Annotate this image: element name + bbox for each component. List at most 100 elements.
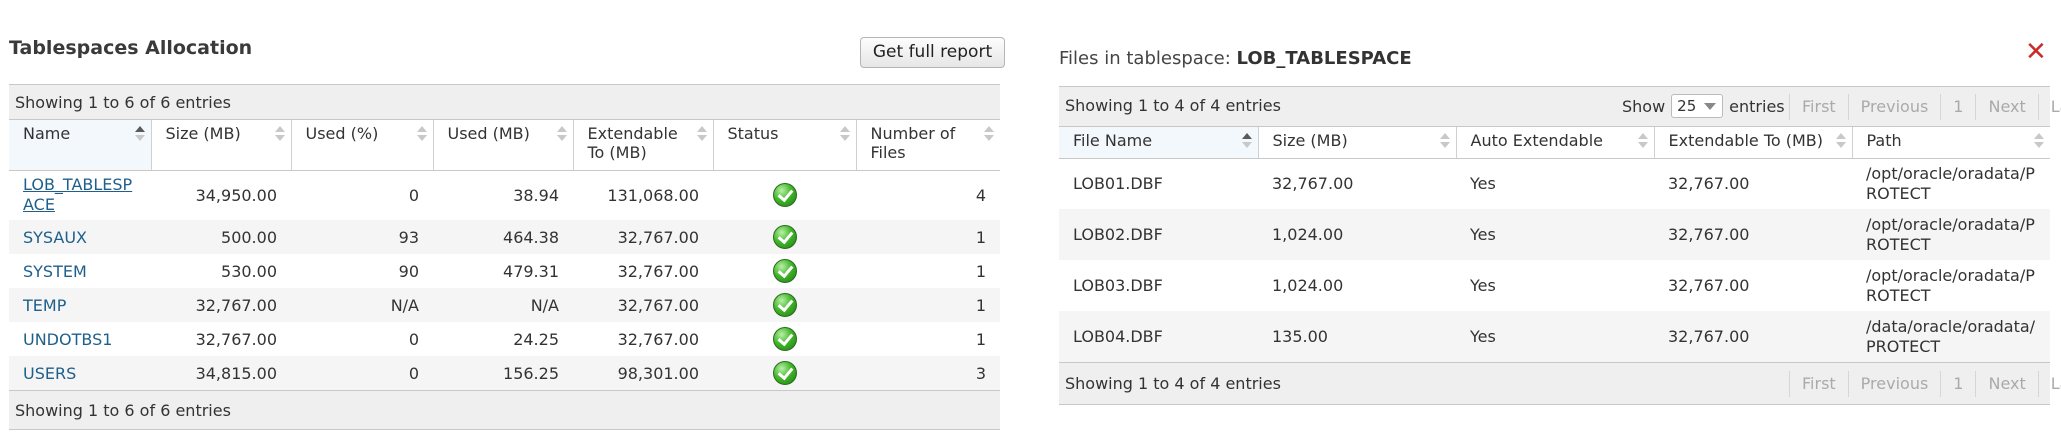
col-header-status[interactable]: Status (713, 120, 857, 171)
status-cell (713, 322, 856, 356)
files-cell: 1 (856, 220, 1000, 254)
pager-previous[interactable]: Previous (1847, 94, 1941, 120)
col-label: File Name (1073, 131, 1153, 150)
file-name-cell: LOB04.DBF (1059, 311, 1258, 362)
extendable-cell: 131,068.00 (573, 170, 713, 220)
page-length-select[interactable]: 25 (1671, 94, 1724, 118)
tablespace-link[interactable]: SYSTEM (23, 262, 87, 281)
col-header-used-mb[interactable]: Used (MB) (433, 120, 574, 171)
col-label: Path (1866, 131, 1902, 150)
used-pct-cell: 0 (291, 356, 433, 390)
path-cell: /opt/oracle/oradata/PROTECT (1852, 209, 2050, 260)
status-ok-icon (772, 259, 797, 283)
tablespace-link[interactable]: LOB_TABLESPACE (23, 175, 132, 214)
files-cell: 1 (856, 254, 1000, 288)
table-header-row: Name Size (MB) Used (%) Used (MB) Extend… (9, 120, 1000, 171)
used-mb-cell: 38.94 (433, 170, 573, 220)
col-label: Name (23, 124, 71, 143)
status-ok-icon (772, 225, 797, 249)
col-header-files[interactable]: Number of Files (856, 120, 1000, 171)
files-cell: 1 (856, 322, 1000, 356)
pager-last[interactable]: Last (2037, 94, 2061, 120)
table-row: LOB_TABLESPACE 34,950.00 0 38.94 131,068… (9, 170, 1000, 220)
col-header-used-pct[interactable]: Used (%) (291, 120, 434, 171)
table-row: LOB01.DBF 32,767.00 Yes 32,767.00 /opt/o… (1059, 158, 2050, 209)
file-name-cell: LOB02.DBF (1059, 209, 1258, 260)
file-name-cell: LOB01.DBF (1059, 158, 1258, 209)
entries-info: Showing 1 to 4 of 4 entries (1065, 96, 1281, 115)
tablespace-link[interactable]: TEMP (23, 296, 66, 315)
col-label: Status (727, 124, 779, 143)
entries-info: Showing 1 to 6 of 6 entries (15, 401, 231, 420)
status-cell (713, 170, 856, 220)
extendable-cell: 32,767.00 (573, 322, 713, 356)
table-row: LOB04.DBF 135.00 Yes 32,767.00 /data/ora… (1059, 311, 2050, 362)
extendable-cell: 32,767.00 (1654, 311, 1852, 362)
show-label: Show (1622, 96, 1666, 116)
size-cell: 32,767.00 (1258, 158, 1456, 209)
file-name-cell: LOB03.DBF (1059, 260, 1258, 311)
path-cell: /opt/oracle/oradata/PROTECT (1852, 158, 2050, 209)
pager-page-1[interactable]: 1 (1940, 371, 1975, 397)
sort-icon[interactable] (839, 125, 850, 143)
sort-icon[interactable] (1241, 132, 1252, 150)
used-mb-cell: 464.38 (433, 220, 573, 254)
extendable-cell: 32,767.00 (573, 288, 713, 322)
col-header-size[interactable]: Size (MB) (1258, 127, 1457, 159)
pager-first[interactable]: First (1789, 94, 1848, 120)
sort-icon[interactable] (1637, 132, 1648, 150)
tablespace-link[interactable]: UNDOTBS1 (23, 330, 112, 349)
used-pct-cell: 93 (291, 220, 433, 254)
status-ok-icon (772, 361, 797, 385)
auto-extendable-cell: Yes (1456, 260, 1654, 311)
pager-next[interactable]: Next (1975, 371, 2037, 397)
pager-page-1[interactable]: 1 (1940, 94, 1975, 120)
size-cell: 500.00 (151, 220, 291, 254)
table-info-top: Showing 1 to 6 of 6 entries (9, 84, 1000, 120)
sort-icon[interactable] (416, 125, 427, 143)
close-icon[interactable]: ✕ (2025, 38, 2047, 66)
size-cell: 34,815.00 (151, 356, 291, 390)
sort-icon[interactable] (696, 125, 707, 143)
status-cell (713, 254, 856, 288)
col-header-name[interactable]: Name (9, 120, 152, 171)
extendable-cell: 98,301.00 (573, 356, 713, 390)
auto-extendable-cell: Yes (1456, 209, 1654, 260)
size-cell: 530.00 (151, 254, 291, 288)
entries-info: Showing 1 to 6 of 6 entries (15, 93, 231, 112)
size-cell: 1,024.00 (1258, 260, 1456, 311)
sort-icon[interactable] (2033, 132, 2044, 150)
status-ok-icon (772, 327, 797, 351)
sort-icon[interactable] (134, 125, 145, 143)
used-mb-cell: 24.25 (433, 322, 573, 356)
sort-icon[interactable] (556, 125, 567, 143)
size-cell: 1,024.00 (1258, 209, 1456, 260)
tablespace-name: LOB_TABLESPACE (1236, 48, 1412, 69)
auto-extendable-cell: Yes (1456, 158, 1654, 209)
col-header-auto-extendable[interactable]: Auto Extendable (1456, 127, 1655, 159)
name-cell: LOB_TABLESPACE (9, 170, 151, 220)
pager-first[interactable]: First (1789, 371, 1848, 397)
get-full-report-button[interactable]: Get full report (860, 37, 1005, 68)
extendable-cell: 32,767.00 (573, 254, 713, 288)
col-header-extendable[interactable]: Extendable To (MB) (1654, 127, 1853, 159)
tablespace-link[interactable]: SYSAUX (23, 228, 87, 247)
size-cell: 32,767.00 (151, 322, 291, 356)
extendable-cell: 32,767.00 (1654, 209, 1852, 260)
sort-icon[interactable] (274, 125, 285, 143)
pager-next[interactable]: Next (1975, 94, 2037, 120)
pager-previous[interactable]: Previous (1847, 371, 1941, 397)
col-header-extendable[interactable]: Extendable To (MB) (573, 120, 714, 171)
sort-icon[interactable] (983, 125, 994, 143)
status-cell (713, 356, 856, 390)
pager-last[interactable]: Last (2037, 371, 2061, 397)
tablespace-link[interactable]: USERS (23, 364, 76, 383)
col-header-path[interactable]: Path (1852, 127, 2050, 159)
path-cell: /opt/oracle/oradata/PROTECT (1852, 260, 2050, 311)
col-header-file-name[interactable]: File Name (1059, 127, 1259, 159)
sort-icon[interactable] (1835, 132, 1846, 150)
col-label: Extendable To (MB) (1668, 131, 1824, 150)
size-cell: 32,767.00 (151, 288, 291, 322)
col-header-size[interactable]: Size (MB) (151, 120, 292, 171)
sort-icon[interactable] (1439, 132, 1450, 150)
